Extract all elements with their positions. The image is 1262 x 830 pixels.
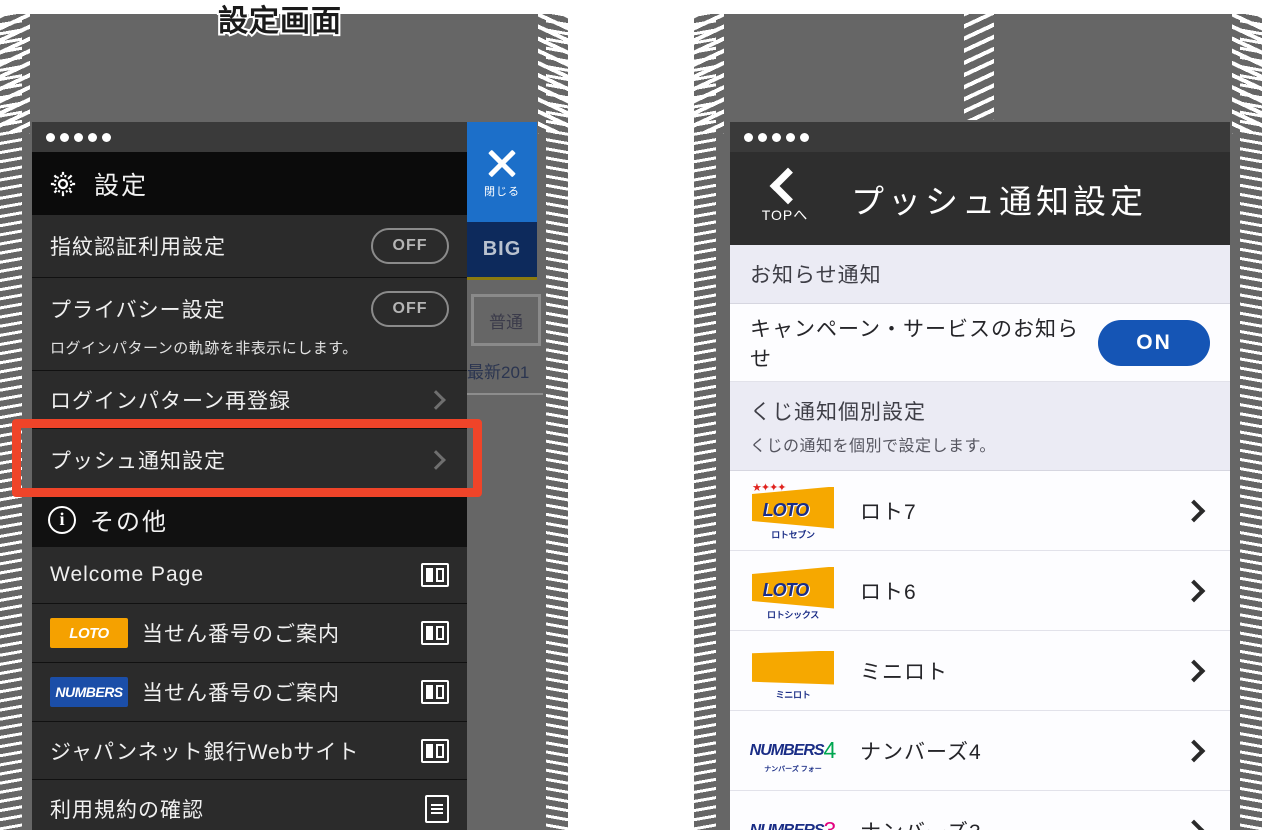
row-label: ジャパンネット銀行Webサイト bbox=[50, 740, 360, 764]
section-header-lottery: くじ通知個別設定 くじの通知を個別で設定します。 bbox=[730, 382, 1230, 471]
row-label: プライバシー設定 bbox=[50, 298, 226, 322]
torn-fan-right-2 bbox=[1232, 14, 1262, 134]
numbers4-logo: NUMBERS 4 ナンバーズ フォー bbox=[749, 726, 837, 776]
campaign-toggle[interactable]: ON bbox=[1098, 319, 1210, 366]
row-label: 当せん番号のご案内 bbox=[142, 682, 340, 705]
row-subtext: ログインパターンの軌跡を非表示にします。 bbox=[50, 339, 358, 357]
row-japannet-bank-website[interactable]: ジャパンネット銀行Webサイト bbox=[32, 722, 467, 780]
row-numbers-winning-numbers[interactable]: NUMBERS 当せん番号のご案内 bbox=[32, 663, 467, 722]
privacy-toggle[interactable]: OFF bbox=[371, 290, 449, 327]
torn-fan-mid bbox=[964, 0, 994, 120]
row-loto6[interactable]: LOTO6 ロトシックス ロト6 bbox=[730, 551, 1230, 631]
numbers-badge-icon: NUMBERS bbox=[50, 677, 128, 707]
logo-word: LOTO bbox=[762, 500, 810, 520]
row-numbers3[interactable]: NUMBERS3 ナンバーズ スリー ナンバーズ3 bbox=[730, 791, 1230, 830]
logo-word: NUMBERS bbox=[749, 821, 825, 830]
loto7-logo: ★✦✦✦ LOTO7 ロトセブン bbox=[750, 481, 836, 540]
back-button[interactable]: TOPへ bbox=[742, 167, 828, 225]
document-icon bbox=[425, 794, 449, 823]
external-window-icon bbox=[421, 680, 449, 704]
page-title: 設定画面 bbox=[216, 3, 343, 40]
loto-badge-icon: LOTO bbox=[50, 618, 128, 648]
back-label: TOPへ bbox=[761, 206, 809, 223]
row-label: 当せん番号のご案内 bbox=[142, 623, 340, 646]
numbers-badge-text: NUMBERS bbox=[55, 684, 123, 700]
push-notification-screen: TOPへ プッシュ通知設定 お知らせ通知 キャンペーン・サービスのお知らせ ON… bbox=[730, 122, 1230, 830]
chevron-right-icon bbox=[1182, 659, 1206, 682]
logo-caption: ミニロト bbox=[775, 689, 811, 700]
close-x-icon bbox=[484, 145, 520, 181]
chevron-right-icon bbox=[1182, 499, 1206, 522]
close-button[interactable]: 閉じる bbox=[467, 122, 537, 222]
status-dots-icon-2 bbox=[744, 132, 809, 142]
status-dots-icon bbox=[46, 132, 111, 142]
loto-badge-text: LOTO bbox=[69, 624, 109, 642]
row-label: ロト6 bbox=[860, 580, 917, 604]
logo-number: 4 bbox=[823, 737, 837, 763]
logo-word: LOTO bbox=[762, 580, 810, 600]
section-subtitle: くじの通知を個別で設定します。 bbox=[750, 438, 996, 455]
settings-header: 設定 bbox=[32, 152, 467, 215]
big-tab[interactable]: BIG bbox=[467, 222, 537, 280]
row-welcome-page[interactable]: Welcome Page bbox=[32, 547, 467, 604]
miniloto-logo: MINI LOTO ミニロト bbox=[750, 643, 836, 700]
row-label: Welcome Page bbox=[50, 563, 205, 586]
row-label: 利用規約の確認 bbox=[50, 798, 204, 822]
torn-edge-right bbox=[546, 14, 568, 830]
push-header: TOPへ プッシュ通知設定 bbox=[730, 152, 1230, 245]
row-terms-of-use[interactable]: 利用規約の確認 bbox=[32, 780, 467, 830]
row-numbers4[interactable]: NUMBERS 4 ナンバーズ フォー ナンバーズ4 bbox=[730, 711, 1230, 791]
numbers3-logo: NUMBERS3 ナンバーズ スリー bbox=[749, 806, 837, 830]
gear-icon bbox=[48, 169, 78, 199]
logo-word: NUMBERS bbox=[749, 741, 825, 759]
push-title: プッシュ通知設定 bbox=[851, 182, 1147, 220]
row-label: ログインパターン再登録 bbox=[50, 389, 291, 413]
background-card: 普通 bbox=[471, 294, 541, 346]
highlight-box-push-notification bbox=[12, 419, 482, 497]
section-header-notices: お知らせ通知 bbox=[730, 245, 1230, 304]
row-label: キャンペーン・サービスのお知らせ bbox=[750, 317, 1079, 371]
background-line: 最新201 bbox=[467, 358, 543, 395]
chevron-right-icon bbox=[426, 389, 446, 410]
section-title: お知らせ通知 bbox=[750, 264, 882, 287]
status-bar bbox=[32, 122, 467, 152]
stars-icon: ★✦✦✦ bbox=[752, 481, 787, 494]
logo-caption: ロトセブン bbox=[771, 529, 815, 540]
row-fingerprint-setting[interactable]: 指紋認証利用設定 OFF bbox=[32, 215, 467, 278]
row-loto7[interactable]: ★✦✦✦ LOTO7 ロトセブン ロト7 bbox=[730, 471, 1230, 551]
row-label: ミニロト bbox=[860, 660, 948, 684]
chevron-right-icon bbox=[1182, 819, 1206, 830]
back-chevron-icon bbox=[769, 167, 807, 204]
close-label: 閉じる bbox=[484, 186, 520, 198]
screenshot-root: 設定画面 設定 指紋認証利用設定 OFF プライバシー設定 OFF ログインパタ… bbox=[0, 0, 1262, 830]
info-circle-icon: i bbox=[48, 505, 76, 534]
settings-title: 設定 bbox=[94, 171, 149, 200]
other-section-title: その他 bbox=[90, 509, 168, 536]
other-section-header: i その他 bbox=[32, 491, 467, 547]
external-window-icon bbox=[421, 621, 449, 645]
chevron-right-icon bbox=[1182, 739, 1206, 762]
row-privacy-setting[interactable]: プライバシー設定 OFF ログインパターンの軌跡を非表示にします。 bbox=[32, 278, 467, 371]
torn-edge-left-2 bbox=[694, 14, 716, 830]
torn-fan-left-2 bbox=[694, 14, 724, 134]
row-label: ナンバーズ3 bbox=[860, 816, 1186, 830]
chevron-right-icon bbox=[1182, 579, 1206, 602]
row-label: ナンバーズ4 bbox=[860, 740, 982, 764]
row-label: ロト7 bbox=[860, 500, 917, 524]
side-strip: 閉じる BIG 普通 最新201 bbox=[467, 122, 543, 402]
logo-caption: ナンバーズ フォー bbox=[764, 765, 822, 773]
row-label: 指紋認証利用設定 bbox=[50, 236, 226, 259]
external-window-icon bbox=[421, 563, 449, 587]
section-title: くじ通知個別設定 bbox=[750, 401, 926, 424]
torn-edge-right-2 bbox=[1240, 14, 1262, 830]
row-loto-winning-numbers[interactable]: LOTO 当せん番号のご案内 bbox=[32, 604, 467, 663]
external-window-icon bbox=[421, 738, 449, 763]
logo-number: 3 bbox=[823, 817, 837, 830]
row-miniloto[interactable]: MINI LOTO ミニロト ミニロト bbox=[730, 631, 1230, 711]
fingerprint-toggle[interactable]: OFF bbox=[371, 228, 449, 264]
status-bar-2 bbox=[730, 122, 1230, 152]
logo-caption: ロトシックス bbox=[767, 609, 819, 620]
loto6-logo: LOTO6 ロトシックス bbox=[750, 563, 836, 620]
row-campaign-notice[interactable]: キャンペーン・サービスのお知らせ ON bbox=[730, 304, 1230, 382]
